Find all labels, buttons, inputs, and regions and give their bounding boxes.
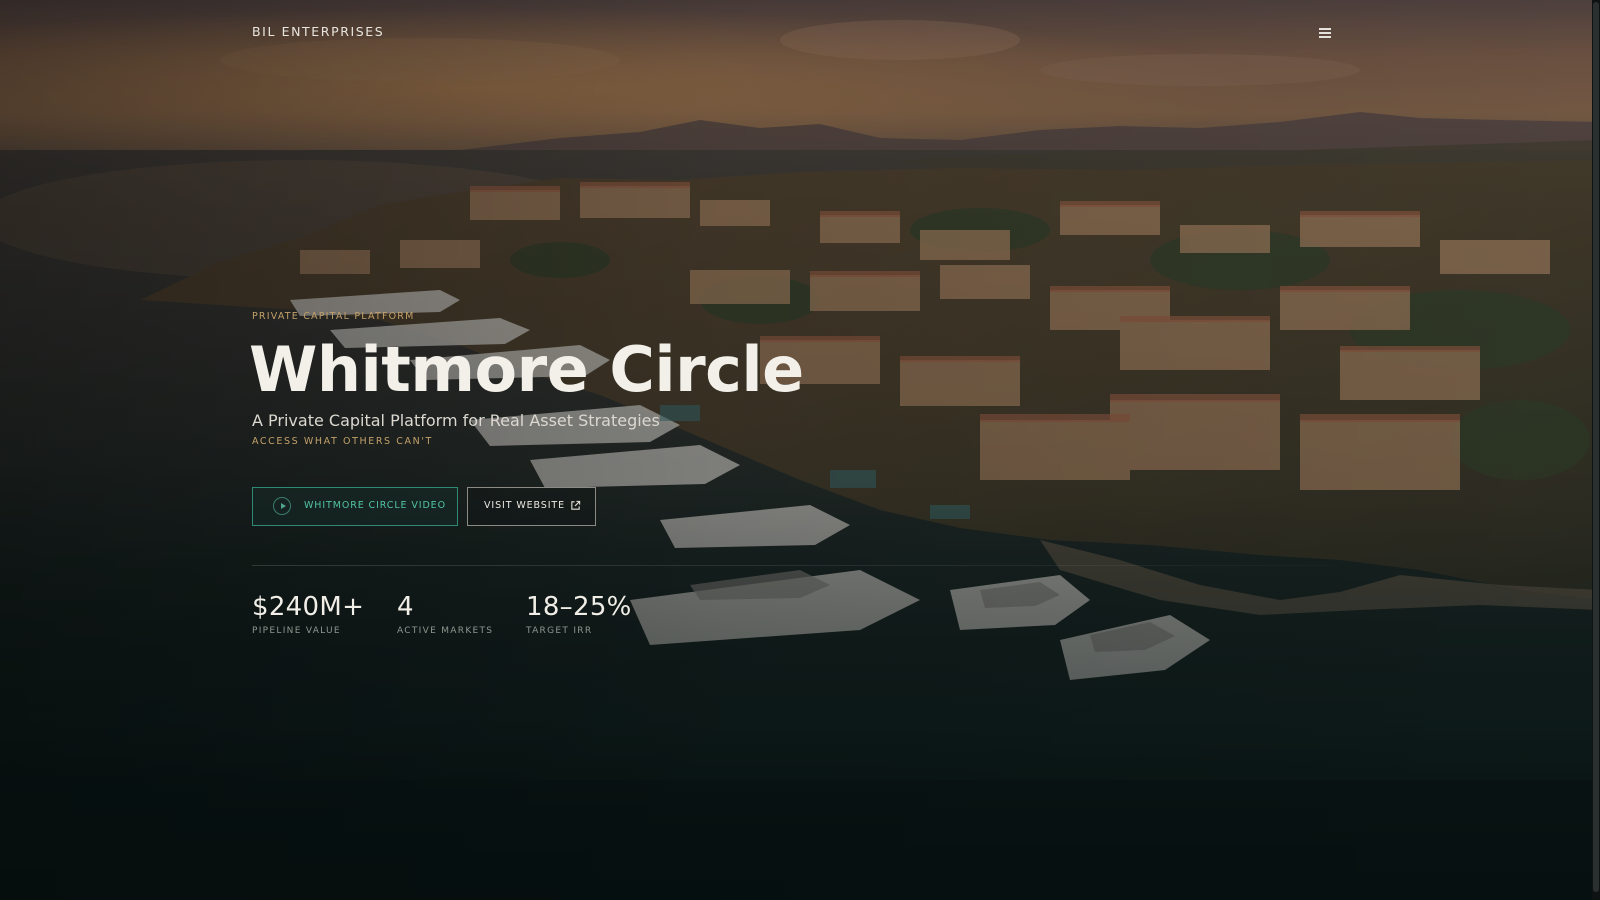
scrollbar[interactable] — [1592, 0, 1600, 900]
hamburger-menu-icon[interactable] — [1314, 24, 1336, 42]
watch-video-label: WHITMORE CIRCLE VIDEO — [304, 500, 446, 511]
visit-website-label: VISIT WEBSITE — [484, 500, 566, 511]
hero-section: PRIVATE CAPITAL PLATFORM Whitmore Circle… — [249, 310, 1072, 526]
play-icon — [273, 497, 291, 515]
section-divider — [252, 565, 1332, 566]
stat-value: 18–25% — [526, 592, 632, 622]
stat-target-irr: 18–25% TARGET IRR — [526, 592, 632, 637]
external-link-icon — [571, 500, 581, 510]
hero-eyebrow: PRIVATE CAPITAL PLATFORM — [252, 311, 415, 322]
brand-logo-link[interactable]: BIL ENTERPRISES — [252, 24, 384, 39]
stat-label: PIPELINE VALUE — [252, 626, 341, 636]
visit-website-button[interactable]: VISIT WEBSITE — [467, 487, 596, 526]
hero-background-image — [0, 0, 1600, 900]
watch-video-button[interactable]: WHITMORE CIRCLE VIDEO — [252, 487, 458, 526]
hero-tagline: ACCESS WHAT OTHERS CAN'T — [252, 436, 433, 447]
hero-title: Whitmore Circle — [249, 333, 804, 406]
page: BIL ENTERPRISES PRIVATE CAPITAL PLATFORM… — [0, 0, 1600, 900]
stat-value: $240M+ — [252, 592, 365, 622]
hero-subtitle: A Private Capital Platform for Real Asse… — [252, 411, 660, 430]
stat-value: 4 — [397, 592, 414, 622]
site-header: BIL ENTERPRISES — [0, 0, 1592, 66]
stat-label: TARGET IRR — [526, 626, 593, 636]
stat-active-markets: 4 ACTIVE MARKETS — [397, 592, 493, 637]
scrollbar-thumb[interactable] — [1593, 2, 1599, 892]
stat-label: ACTIVE MARKETS — [397, 626, 494, 636]
stat-pipeline-value: $240M+ PIPELINE VALUE — [252, 592, 364, 637]
